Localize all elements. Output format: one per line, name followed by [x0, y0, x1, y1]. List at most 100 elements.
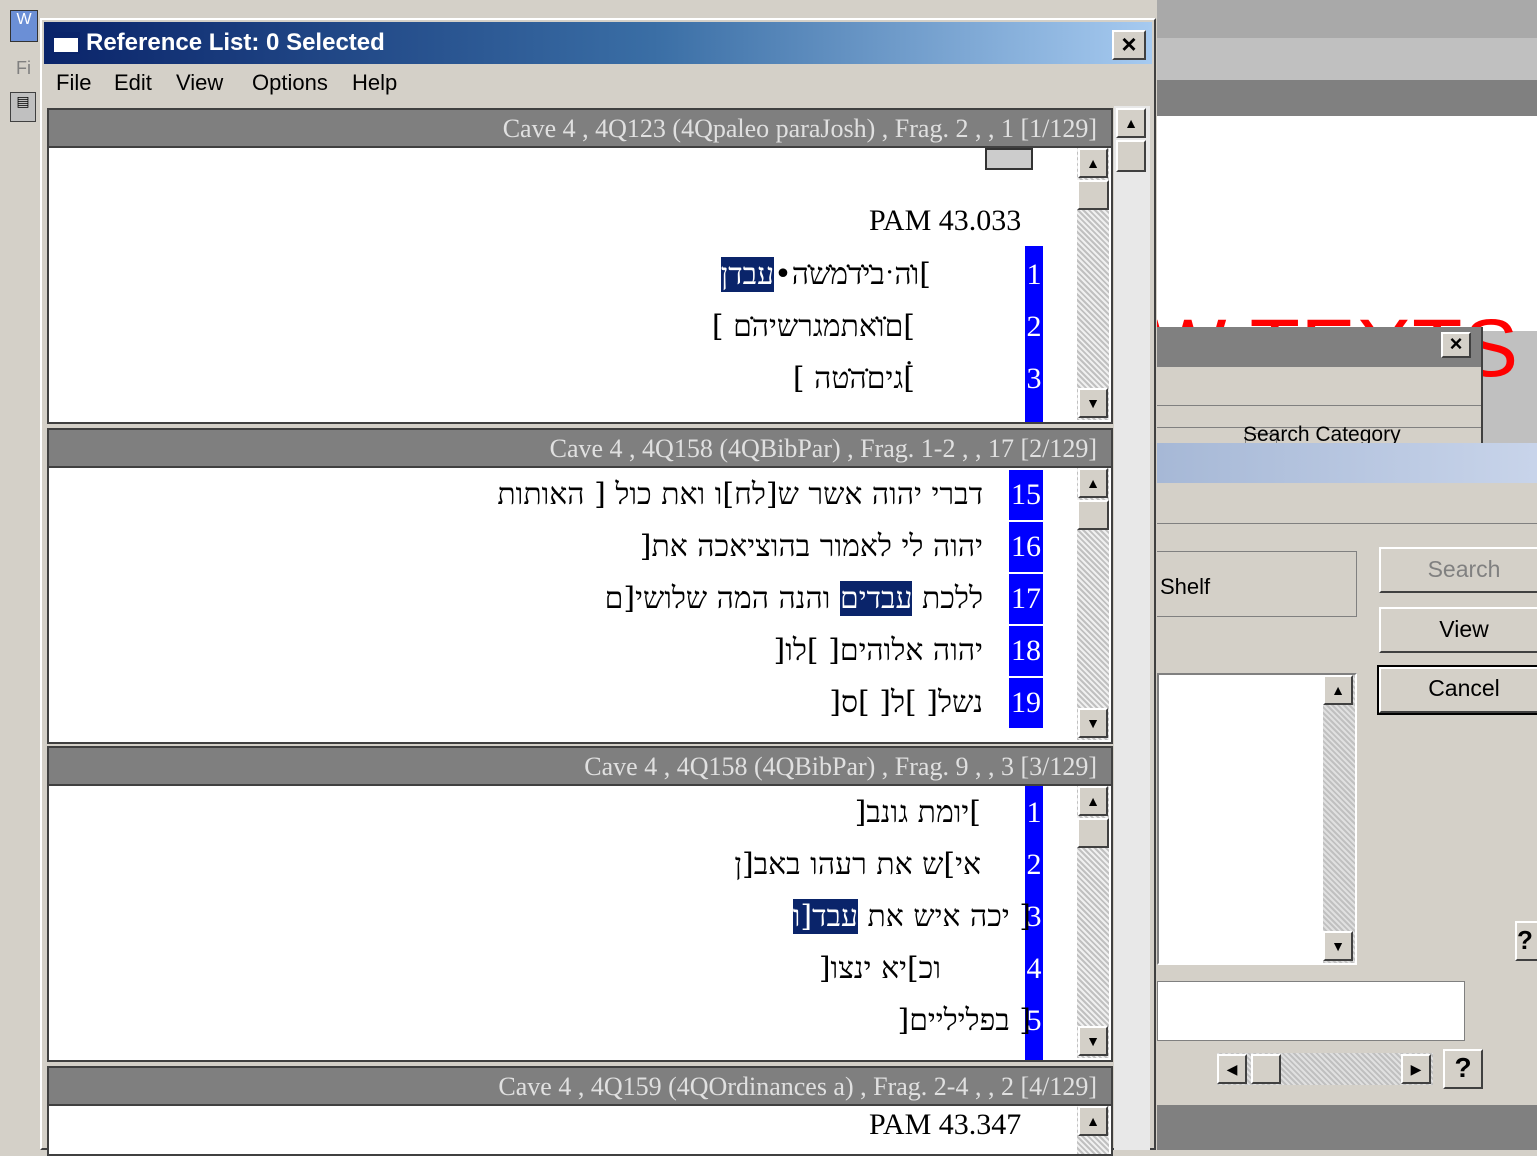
pane-header: Cave 4 , 4Q123 (4Qpaleo paraJosh) , Frag…	[49, 110, 1111, 148]
reference-pane[interactable]: Cave 4 , 4Q159 (4QOrdinances a) , Frag. …	[47, 1066, 1113, 1156]
pane-header: Cave 4 , 4Q159 (4QOrdinances a) , Frag. …	[49, 1068, 1111, 1106]
pam-reference: PAM 43.347	[869, 1108, 1022, 1141]
divider	[1157, 405, 1481, 406]
help-icon[interactable]: ?	[1515, 921, 1537, 961]
file-menu-fragment: Fi	[16, 58, 31, 78]
scroll-up-icon[interactable]: ▲	[1116, 108, 1146, 138]
book-icon[interactable]: ▤	[10, 92, 36, 122]
text-line[interactable]: ]ם̇ו̇אתמגרשיה̇ם ]	[712, 302, 915, 352]
results-list[interactable]: ▲ ▼	[1157, 673, 1357, 965]
close-icon[interactable]: ×	[1441, 332, 1471, 358]
window-title: Reference List: 0 Selected	[86, 29, 385, 56]
line-number: 1	[1025, 788, 1043, 838]
scroll-thumb[interactable]	[1116, 140, 1146, 172]
search-dialog-front: Shelf Search View Cancel ▲ ▼ ? ◀ ▶ ?	[1157, 443, 1537, 1150]
pane-scrollbar[interactable]: ▲ ▼	[1077, 468, 1109, 740]
window-titlebar[interactable]: Reference List: 0 Selected ×	[44, 22, 1152, 64]
reference-list-window: Reference List: 0 Selected × File Edit V…	[40, 18, 1156, 1156]
text-line[interactable]: ללכת עבדים והנה המה שלושי[ם	[605, 574, 983, 624]
window-icon	[52, 32, 80, 54]
line-number: 2	[1025, 302, 1043, 352]
scroll-down-icon[interactable]: ▼	[1078, 388, 1108, 418]
text-segment: והנה המה שלושי[ם	[604, 581, 840, 616]
line-number: 4	[1025, 944, 1043, 994]
shelf-label: Shelf	[1160, 574, 1211, 599]
pane-scrollbar[interactable]: ▲ ▼	[1077, 148, 1109, 420]
line-number: 18	[1009, 626, 1043, 676]
reference-pane[interactable]: Cave 4 , 4Q158 (4QBibPar) , Frag. 9 , , …	[47, 746, 1113, 1062]
list-scrollbar[interactable]: ▲ ▼	[1323, 675, 1355, 963]
text-segment: ללכת	[912, 581, 983, 616]
reference-pane[interactable]: Cave 4 , 4Q158 (4QBibPar) , Frag. 1-2 , …	[47, 428, 1113, 744]
search-hit[interactable]: עבדן	[720, 257, 775, 292]
pane-scrollbar[interactable]: ▲ ▼	[1077, 786, 1109, 1058]
scroll-up-icon[interactable]: ▲	[1078, 1106, 1108, 1136]
search-button[interactable]: Search	[1379, 547, 1537, 593]
text-line[interactable]: ]ו̇ה ̇ב̇י̇ד̇מ̇ש̇ה•עבדן	[720, 250, 931, 300]
menu-view[interactable]: View	[176, 70, 223, 96]
menu-help[interactable]: Help	[352, 70, 397, 96]
line-number: 1	[1025, 250, 1043, 300]
cancel-button[interactable]: Cancel	[1377, 665, 1537, 715]
text-line[interactable]: [ יכה איש את עבד[ו	[792, 892, 1031, 942]
text-area[interactable]	[1157, 981, 1465, 1041]
close-button[interactable]: ×	[1112, 30, 1146, 60]
line-number: 16	[1009, 522, 1043, 572]
text-line[interactable]: ]יומת גונב[	[855, 788, 981, 838]
pane-scrollbar[interactable]: ▲	[1077, 1106, 1109, 1154]
background-app-strip: W Fi ▤	[0, 0, 42, 1150]
text-line[interactable]: וכ]יא ינצו[	[819, 944, 941, 994]
scroll-up-icon[interactable]: ▲	[1078, 468, 1108, 498]
text-line[interactable]: יהוה אלוהים[ ]לו[	[773, 626, 983, 676]
scroll-down-icon[interactable]: ▼	[1323, 931, 1353, 961]
line-number: 19	[1009, 678, 1043, 728]
text-line[interactable]: [ בפליליים[	[897, 996, 1031, 1046]
scroll-down-icon[interactable]: ▼	[1078, 1026, 1108, 1056]
dialog-titlebar	[1157, 443, 1537, 483]
scroll-up-icon[interactable]: ▲	[1323, 675, 1353, 705]
pam-reference: PAM 43.033	[869, 204, 1022, 237]
search-hit[interactable]: עבד[ו	[792, 899, 858, 934]
app-icon[interactable]: W	[10, 10, 38, 42]
shelf-group: Shelf	[1157, 551, 1357, 617]
text-line[interactable]: ]̇גים̇ה̇̇טה ]	[793, 354, 915, 404]
text-line[interactable]: נשל[ ]ל[ ]ס[	[829, 678, 983, 728]
background-toolbar	[1157, 80, 1537, 116]
line-number: 15	[1009, 470, 1043, 520]
status-strip	[1157, 1105, 1537, 1150]
text-line[interactable]: יהוה לי לאמור בהוציאכה את[	[640, 522, 983, 572]
pane-header: Cave 4 , 4Q158 (4QBibPar) , Frag. 1-2 , …	[49, 430, 1111, 468]
divider	[1157, 523, 1537, 524]
text-segment: ]ו̇ה ̇ב̇י̇ד̇מ̇ש̇ה•	[774, 257, 931, 292]
scroll-thumb[interactable]	[1077, 500, 1109, 530]
scroll-thumb[interactable]	[1251, 1054, 1281, 1084]
scroll-thumb[interactable]	[1077, 818, 1109, 848]
scroll-up-icon[interactable]: ▲	[1078, 148, 1108, 178]
pane-header: Cave 4 , 4Q158 (4QBibPar) , Frag. 9 , , …	[49, 748, 1111, 786]
menu-edit[interactable]: Edit	[114, 70, 152, 96]
list-scrollbar[interactable]: ▲	[1114, 106, 1150, 1150]
search-hit[interactable]: עבדים	[839, 581, 913, 616]
text-line[interactable]: אי]ש את רעהו באב[ן	[734, 840, 981, 890]
line-number: 2	[1025, 840, 1043, 890]
line-number: 17	[1009, 574, 1043, 624]
menu-file[interactable]: File	[56, 70, 91, 96]
scroll-right-icon[interactable]: ▶	[1401, 1054, 1431, 1084]
background-titlebar	[1157, 0, 1537, 38]
view-button[interactable]: View	[1379, 607, 1537, 653]
text-line[interactable]: דברי יהוה אשר ש[לח]ו ואת כול [ האותות	[497, 470, 983, 520]
line-number: 3	[1025, 354, 1043, 404]
dialog-titlebar	[1157, 327, 1481, 367]
background-content: W TEXTS	[1157, 116, 1537, 394]
background-window: W TEXTS × Search Category Shelf Search V…	[1157, 0, 1537, 1150]
scroll-down-icon[interactable]: ▼	[1078, 708, 1108, 738]
horizontal-scrollbar[interactable]: ◀ ▶	[1217, 1053, 1433, 1085]
scroll-up-icon[interactable]: ▲	[1078, 786, 1108, 816]
scroll-left-icon[interactable]: ◀	[1217, 1054, 1247, 1084]
camera-icon[interactable]	[985, 148, 1033, 170]
menu-options[interactable]: Options	[252, 70, 328, 96]
scroll-thumb[interactable]	[1077, 180, 1109, 210]
reference-pane[interactable]: Cave 4 , 4Q123 (4Qpaleo paraJosh) , Frag…	[47, 108, 1113, 424]
help-icon[interactable]: ?	[1443, 1049, 1483, 1089]
menu-bar: File Edit View Options Help	[44, 66, 1152, 104]
